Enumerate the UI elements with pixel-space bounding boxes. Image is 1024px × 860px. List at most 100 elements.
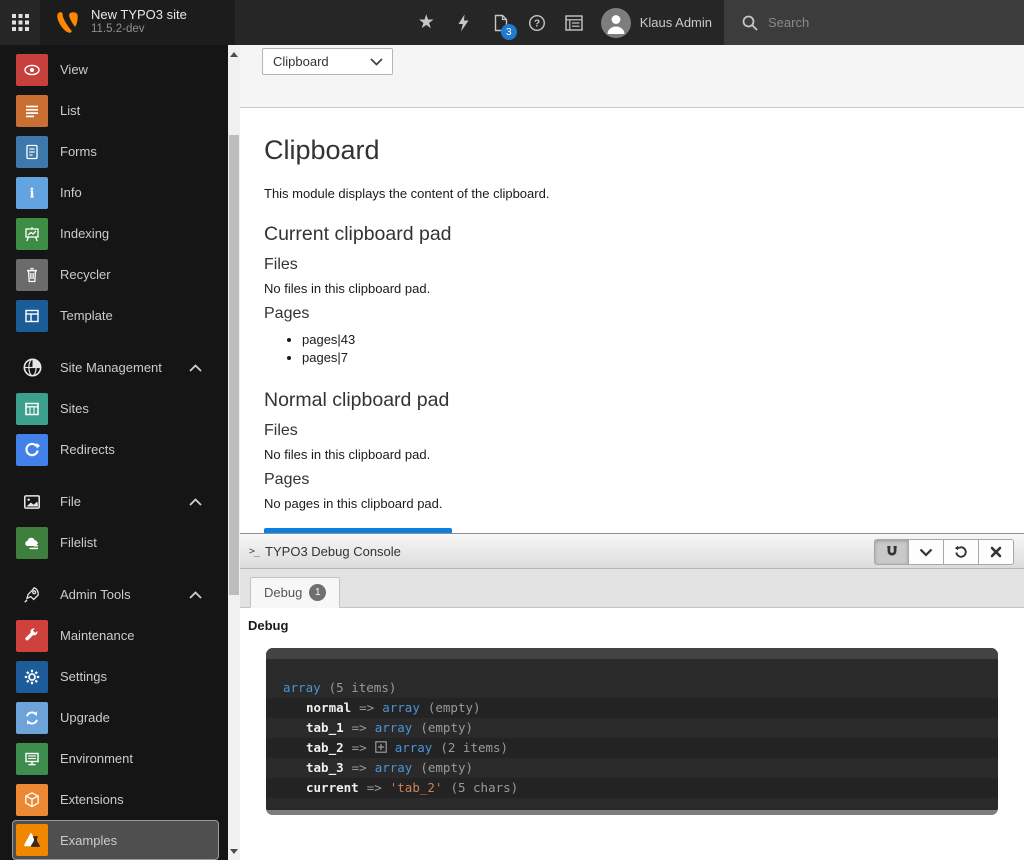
sidebar-section-site-management[interactable]: Site Management [0,347,228,388]
tab-debug[interactable]: Debug 1 [250,577,340,608]
current-pages-heading: Pages [264,304,1000,323]
sidebar-item-label: Indexing [60,226,109,241]
sidebar-item-label: Environment [60,751,133,766]
dump-panel-bottom-bar[interactable] [266,810,998,815]
magnet-icon [884,544,900,560]
sidebar-item-label: Maintenance [60,628,134,643]
search-input[interactable] [768,15,998,30]
close-console-button[interactable] [979,539,1014,565]
search-icon [742,15,758,31]
arrow-operator: => [359,700,374,715]
opendocs-toolbar-button[interactable]: 3 [482,0,519,45]
cube-icon [16,784,48,816]
sidebar-item-maintenance[interactable]: Maintenance [0,615,228,656]
sidebar-item-settings[interactable]: Settings [0,656,228,697]
module-function-select[interactable]: Clipboard [262,48,393,75]
autoscroll-button[interactable] [874,539,909,565]
cloud-list-icon [16,527,48,559]
sidebar-item-forms[interactable]: Forms [0,131,228,172]
sidebar-item-environment[interactable]: Environment [0,738,228,779]
list-icon [16,95,48,127]
sidebar-section-file[interactable]: File [0,481,228,522]
array-key: normal [306,700,351,715]
terminal-prompt-icon: >_ [249,546,259,557]
expand-plus-icon[interactable] [375,741,387,753]
debug-console: >_ TYPO3 Debug Console [240,533,1024,860]
list-item: pages|43 [302,331,1000,349]
sidebar-item-examples[interactable]: Examples [12,820,219,860]
site-title: New TYPO3 site [91,8,187,23]
sidebar-scrollbar[interactable] [228,45,240,860]
sidebar-item-label: Sites [60,401,89,416]
debug-group-label: Debug [248,618,1016,633]
sidebar-item-view[interactable]: View [0,49,228,90]
debug-console-tabbar: Debug 1 [240,569,1024,608]
array-keyword: array [375,720,413,735]
chevron-down-icon [919,548,933,557]
help-toolbar-button[interactable]: ? [519,0,556,45]
sidebar-item-sites[interactable]: Sites [0,388,228,429]
sidebar-item-label: Forms [60,144,97,159]
module-menu-toggle-button[interactable] [0,0,40,45]
scrollbar-down-arrow[interactable] [228,844,240,858]
sidebar-section-admin-tools[interactable]: Admin Tools [0,574,228,615]
docheader: Clipboard [240,45,1024,108]
site-home-button[interactable]: New TYPO3 site 11.5.2-dev [40,0,235,45]
list-table-icon [565,15,583,31]
sidebar-section-label: Site Management [60,360,162,375]
sidebar-item-label: Filelist [60,535,97,550]
sidebar-section-label: File [60,494,81,509]
user-toolbar-button[interactable]: Klaus Admin [593,0,724,45]
current-pages-list: pages|43 pages|7 [264,331,1000,367]
debug-console-header[interactable]: >_ TYPO3 Debug Console [240,534,1024,569]
arrow-operator: => [352,760,367,775]
close-icon [990,546,1002,558]
sidebar-item-label: Redirects [60,442,115,457]
typo3-logo-icon [54,9,81,36]
page-title: Clipboard [264,134,1000,166]
sidebar-item-label: List [60,103,80,118]
normal-pages-heading: Pages [264,470,1000,489]
dump-row: current=>'tab_2'(5 chars) [266,778,998,798]
item-count: (empty) [420,760,473,775]
clear-cache-toolbar-button[interactable] [445,0,482,45]
grid-icon [12,14,29,31]
sidebar-item-label: Info [60,185,82,200]
sidebar-item-list[interactable]: List [0,90,228,131]
clear-console-button[interactable] [944,539,979,565]
opendocs-count-badge: 3 [501,24,517,40]
item-count: (2 items) [440,740,508,755]
current-files-heading: Files [264,255,1000,274]
current-files-empty-text: No files in this clipboard pad. [264,281,1000,296]
sidebar-item-indexing[interactable]: Indexing [0,213,228,254]
sidebar-item-redirects[interactable]: Redirects [0,429,228,470]
bookmark-toolbar-button[interactable]: ★ [408,0,445,45]
sidebar-item-label: Template [60,308,113,323]
collapse-console-button[interactable] [909,539,944,565]
systeminformation-toolbar-button[interactable] [556,0,593,45]
module-intro-text: This module displays the content of the … [264,186,1000,201]
rocket-icon [16,579,48,611]
module-select-value: Clipboard [273,54,329,69]
array-keyword: array [283,680,321,695]
layout-icon [16,300,48,332]
normal-files-empty-text: No files in this clipboard pad. [264,447,1000,462]
sidebar-item-template[interactable]: Template [0,295,228,336]
sidebar-item-label: View [60,62,88,77]
sidebar-item-recycler[interactable]: Recycler [0,254,228,295]
sidebar-item-upgrade[interactable]: Upgrade [0,697,228,738]
sidebar-item-extensions[interactable]: Extensions [0,779,228,820]
sidebar-item-filelist[interactable]: Filelist [0,522,228,563]
list-item: pages|7 [302,349,1000,367]
arrow-operator: => [352,720,367,735]
normal-files-heading: Files [264,421,1000,440]
tab-label: Debug [264,585,302,600]
sidebar-item-info[interactable]: i Info [0,172,228,213]
scrollbar-up-arrow[interactable] [228,47,240,61]
dump-row: tab_2=>array(2 items) [266,738,998,758]
dump-row: tab_1=>array(empty) [266,718,998,738]
chevron-up-icon [189,591,202,599]
gear-icon [16,661,48,693]
scrollbar-thumb[interactable] [229,135,239,595]
live-search [724,0,1024,45]
